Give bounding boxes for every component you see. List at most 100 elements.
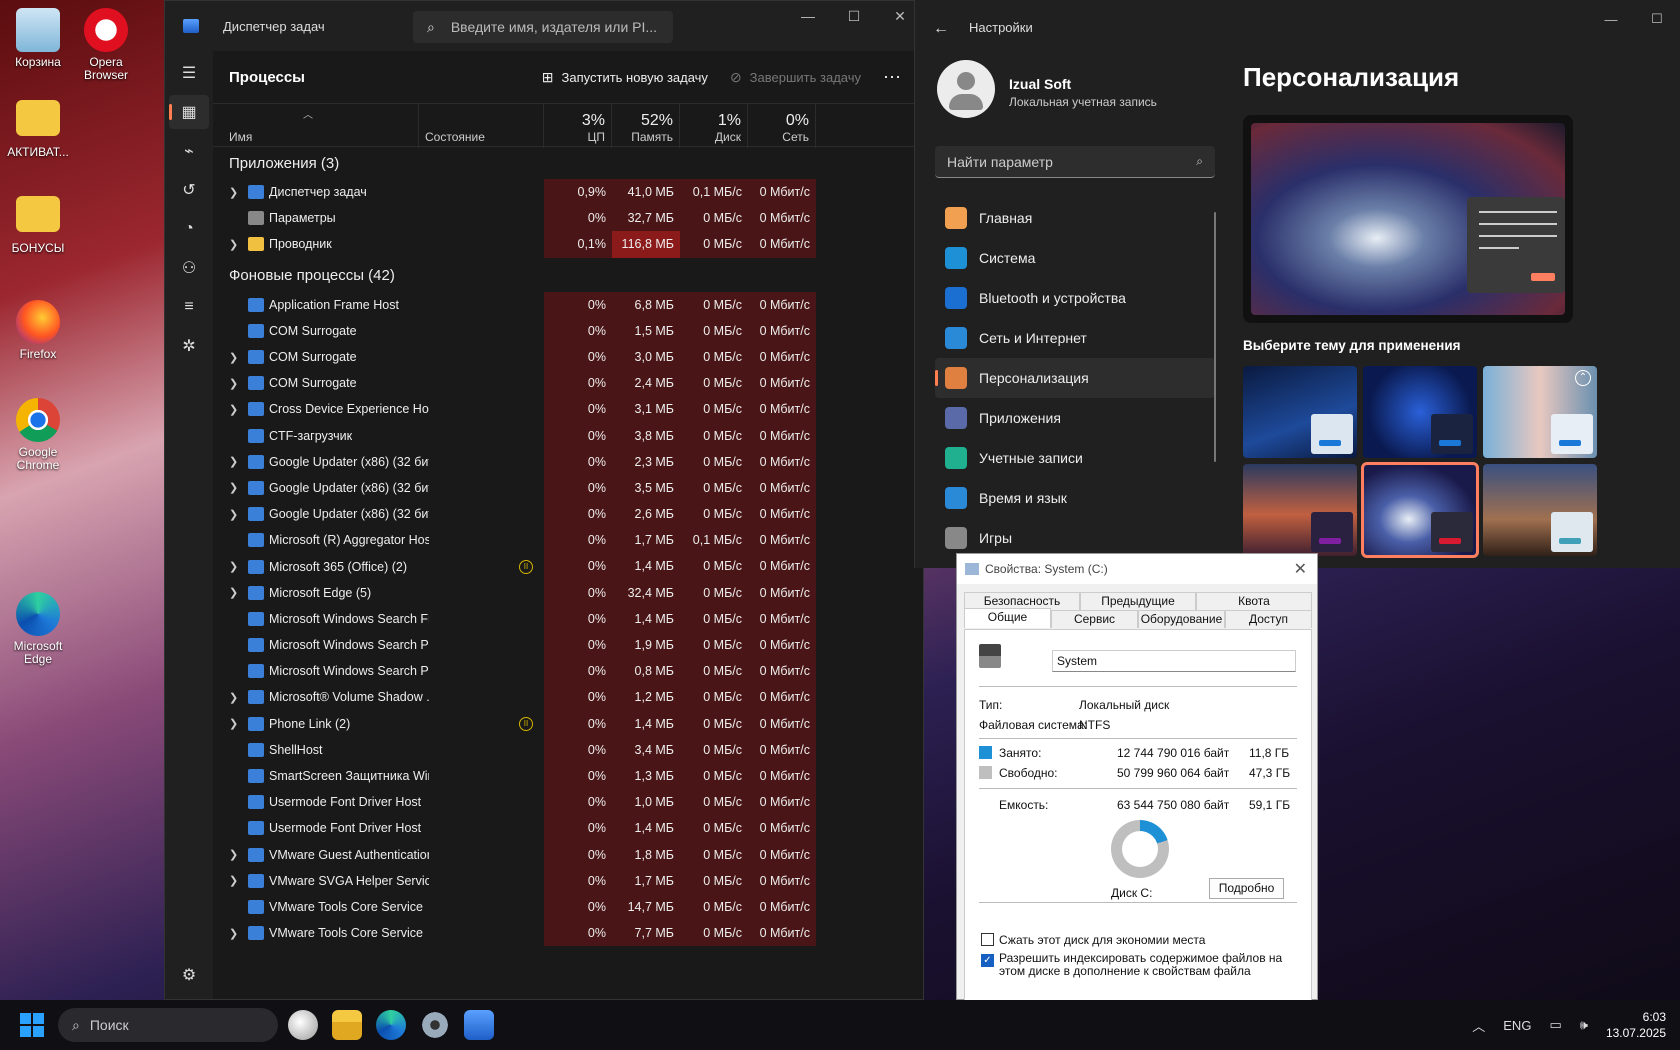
sidebar-item[interactable]: Игры: [935, 518, 1215, 558]
chevron-right-icon[interactable]: ❯: [229, 403, 238, 416]
edge-icon[interactable]: [376, 1010, 406, 1040]
taskbar-search[interactable]: ⌕ Поиск: [58, 1008, 278, 1042]
sidebar-item[interactable]: Учетные записи: [935, 438, 1215, 478]
chevron-right-icon[interactable]: ❯: [229, 927, 238, 940]
table-row[interactable]: Microsoft Windows Search Filt... 0%1,4 МБ…: [213, 605, 923, 632]
chevron-right-icon[interactable]: ❯: [229, 238, 238, 251]
desktop-icon-bonuses[interactable]: БОНУСЫ: [0, 196, 76, 255]
table-row[interactable]: ❯ Cross Device Experience Host 0% 3,1 МБ 0 М…: [213, 396, 923, 423]
tab-previous-versions[interactable]: Предыдущие версии: [1080, 592, 1196, 625]
details-nav-icon[interactable]: ≡: [169, 290, 209, 324]
chevron-right-icon[interactable]: ❯: [229, 377, 238, 390]
minimize-button[interactable]: —: [785, 1, 831, 31]
network-icon[interactable]: ▭: [1549, 1017, 1561, 1033]
theme-tile[interactable]: [1243, 366, 1357, 458]
table-row[interactable]: ❯ VMware SVGA Helper Service (... 0%1,7 МБ…: [213, 867, 923, 894]
services-nav-icon[interactable]: ✲: [169, 329, 209, 363]
chevron-up-icon[interactable]: ︿: [1472, 1016, 1485, 1035]
table-row[interactable]: ❯ Google Updater (x86) (32 бита... 0%2,6 М…: [213, 501, 923, 528]
table-row[interactable]: ❯ Проводник 0,1% 116,8 МБ 0 МБ/с 0 Мбит/с: [213, 231, 923, 258]
more-options-button[interactable]: ⋯: [883, 67, 901, 88]
table-row[interactable]: ❯ Microsoft® Volume Shadow ... 0% 1,2 МБ 0 М…: [213, 684, 923, 711]
run-new-task-button[interactable]: ⊞ Запустить новую задачу: [542, 69, 708, 86]
table-row[interactable]: ❯ Microsoft 365 (Office) (2) II 0% 1,4 МБ 0 М…: [213, 553, 923, 580]
table-row[interactable]: Microsoft (R) Aggregator Host 0% 1,7 МБ 0,1…: [213, 527, 923, 554]
volume-icon[interactable]: 🕪: [1580, 1017, 1588, 1033]
find-setting-input[interactable]: Найти параметр ⌕: [935, 146, 1215, 178]
sidebar-item[interactable]: Сеть и Интернет: [935, 318, 1215, 358]
sidebar-item[interactable]: Персонализация: [935, 358, 1215, 398]
maximize-button[interactable]: ☐: [1634, 4, 1680, 34]
start-button[interactable]: [20, 1013, 44, 1037]
table-row[interactable]: Usermode Font Driver Host 0% 1,4 МБ 0 МБ/с 0…: [213, 815, 923, 842]
tab-sharing[interactable]: Доступ: [1225, 610, 1312, 628]
table-row[interactable]: ❯ VMware Guest Authentication... 0% 1,8 МБ 0…: [213, 841, 923, 868]
chevron-right-icon[interactable]: ❯: [229, 691, 238, 704]
tab-tools[interactable]: Сервис: [1051, 610, 1138, 628]
desktop-icon-chrome[interactable]: Google Chrome: [0, 398, 76, 472]
table-row[interactable]: ❯ Google Updater (x86) (32 бита... 0%3,5 М…: [213, 474, 923, 502]
sidebar-item[interactable]: Bluetooth и устройства: [935, 278, 1215, 318]
table-row[interactable]: ShellHost 0% 3,4 МБ 0 МБ/с 0 Мбит/с: [213, 736, 923, 763]
theme-tile[interactable]: [1363, 366, 1477, 458]
sidebar-item[interactable]: Приложения: [935, 398, 1215, 438]
desktop-icon-edge[interactable]: Microsoft Edge: [0, 592, 76, 666]
tab-quota[interactable]: Квота: [1196, 592, 1312, 610]
close-icon[interactable]: ✕: [1294, 559, 1307, 579]
users-nav-icon[interactable]: ⚇: [169, 251, 209, 285]
table-row[interactable]: Microsoft Windows Search Pr... 0% 0,8 МБ 0 …: [213, 658, 923, 685]
table-row[interactable]: ❯ Диспетчер задач 0,9% 41,0 МБ 0,1 МБ/с 0 Мби…: [213, 179, 923, 206]
app-history-nav-icon[interactable]: ↺: [169, 173, 209, 207]
desktop-icon-opera[interactable]: Opera Browser: [68, 8, 144, 82]
minimize-button[interactable]: —: [1588, 4, 1634, 34]
table-row[interactable]: VMware Tools Core Service 0% 14,7 МБ 0 МБ/с…: [213, 893, 923, 921]
language-indicator[interactable]: ENG: [1503, 1018, 1531, 1033]
weather-widget-icon[interactable]: [288, 1010, 318, 1040]
theme-tile[interactable]: [1483, 464, 1597, 556]
chevron-right-icon[interactable]: ❯: [229, 717, 238, 730]
chevron-right-icon[interactable]: ❯: [229, 455, 238, 468]
processes-nav-icon[interactable]: ▦: [169, 95, 209, 129]
sidebar-item[interactable]: Главная: [935, 198, 1215, 238]
theme-tile[interactable]: [1243, 464, 1357, 556]
hamburger-menu-icon[interactable]: ☰: [169, 56, 209, 90]
index-checkbox[interactable]: ✓: [981, 954, 994, 967]
chevron-right-icon[interactable]: ❯: [229, 508, 238, 521]
scrollbar[interactable]: [1214, 212, 1216, 462]
table-row[interactable]: Параметры 0% 32,7 МБ 0 МБ/с 0 Мбит/с: [213, 205, 923, 232]
search-input[interactable]: ⌕ Введите имя, издателя или PI...: [413, 11, 673, 43]
sidebar-item[interactable]: Система: [935, 238, 1215, 278]
table-row[interactable]: Microsoft Windows Search Pr... 0% 1,9 МБ 0 …: [213, 632, 923, 659]
task-manager-icon[interactable]: [464, 1010, 494, 1040]
performance-nav-icon[interactable]: ⌁: [169, 134, 209, 168]
table-row[interactable]: ❯ Phone Link (2) II 0% 1,4 МБ 0 МБ/с 0 Мбит/с: [213, 710, 923, 737]
chevron-right-icon[interactable]: ❯: [229, 874, 238, 887]
table-row[interactable]: SmartScreen Защитника Win... 0% 1,3 МБ 0 МБ…: [213, 762, 923, 790]
chevron-right-icon[interactable]: ❯: [229, 560, 238, 573]
sidebar-item[interactable]: Время и язык: [935, 478, 1215, 518]
desktop-icon-firefox[interactable]: Firefox: [0, 300, 76, 361]
table-row[interactable]: ❯ COM Surrogate 0% 2,4 МБ 0 МБ/с 0 Мбит/с: [213, 370, 923, 397]
table-row[interactable]: ❯ COM Surrogate 0% 3,0 МБ 0 МБ/с 0 Мбит/с: [213, 343, 923, 371]
table-row[interactable]: ❯ Google Updater (x86) (32 бита... 0%2,3 М…: [213, 448, 923, 475]
compress-checkbox[interactable]: [981, 933, 994, 946]
theme-tile-selected[interactable]: [1361, 462, 1479, 558]
desktop-icon-activator[interactable]: АКТИВАТ...: [0, 100, 76, 159]
details-button[interactable]: Подробно: [1209, 878, 1284, 899]
startup-apps-nav-icon[interactable]: ◔: [169, 212, 209, 246]
maximize-button[interactable]: ☐: [831, 1, 877, 31]
table-row[interactable]: CTF-загрузчик 0% 3,8 МБ 0 МБ/с 0 Мбит/с: [213, 422, 923, 449]
tab-general[interactable]: Общие: [964, 608, 1051, 628]
table-row[interactable]: COM Surrogate 0% 1,5 МБ 0 МБ/с 0 Мбит/с: [213, 317, 923, 344]
table-row[interactable]: Application Frame Host 0% 6,8 МБ 0 МБ/с 0 Мб…: [213, 291, 923, 318]
drive-label-input[interactable]: System: [1052, 650, 1296, 672]
chevron-right-icon[interactable]: ❯: [229, 186, 238, 199]
clock[interactable]: 6:03 13.07.2025: [1606, 1009, 1666, 1041]
table-row[interactable]: Usermode Font Driver Host 0% 1,0 МБ 0 МБ/с 0…: [213, 789, 923, 816]
desktop-icon-recycle-bin[interactable]: Корзина: [0, 8, 76, 69]
tab-hardware[interactable]: Оборудование: [1138, 610, 1225, 628]
name-column-header[interactable]: ︿ Имя: [213, 104, 419, 148]
memory-column-header[interactable]: 52% Память: [612, 104, 680, 148]
back-arrow-icon[interactable]: ←: [933, 20, 949, 38]
avatar[interactable]: [937, 60, 995, 118]
